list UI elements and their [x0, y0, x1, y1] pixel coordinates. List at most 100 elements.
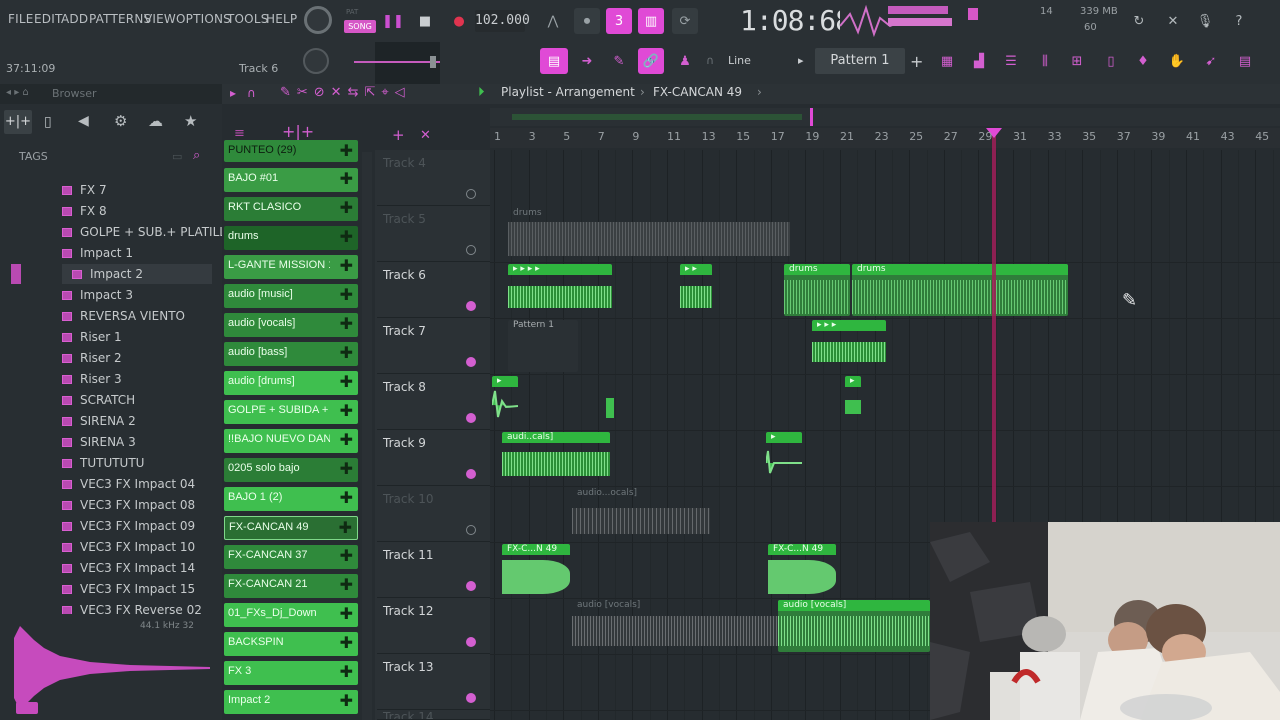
channel-item[interactable]: FX 3 ✚	[224, 661, 358, 685]
audio-clip-muted[interactable]: drums	[508, 208, 790, 260]
channel-item[interactable]: Impact 2 ✚	[224, 690, 358, 714]
channel-item[interactable]: audio [vocals] ✚	[224, 313, 358, 337]
add-icon[interactable]: ✚	[340, 691, 353, 710]
channel-item[interactable]: 0205 solo bajo ✚	[224, 458, 358, 482]
menu-add[interactable]: ADD	[61, 12, 88, 26]
add-icon[interactable]: ✚	[340, 604, 353, 623]
browser-item[interactable]: SIRENA 2	[62, 411, 136, 431]
browser-all-icon[interactable]: +|+	[4, 110, 32, 134]
channel-item[interactable]: audio [music] ✚	[224, 284, 358, 308]
snap-select[interactable]: Line	[728, 54, 751, 67]
browser-item[interactable]: VEC3 FX Impact 10	[62, 537, 195, 557]
browser-item[interactable]: VEC3 FX Reverse 02	[62, 600, 202, 614]
track-header[interactable]: Track 7	[377, 318, 490, 374]
audio-clip[interactable]: audio [vocals]	[778, 600, 930, 652]
audio-clip[interactable]: ▸	[492, 376, 518, 424]
metronome-icon[interactable]: ⋀	[540, 8, 566, 34]
remove-track-icon[interactable]: ✕	[420, 128, 431, 143]
pause-button[interactable]: ❚❚	[380, 8, 406, 34]
audio-clip[interactable]	[606, 376, 614, 424]
audio-clip-muted[interactable]: audio...ocals]	[572, 488, 710, 540]
track-header[interactable]: Track 12	[377, 598, 490, 654]
browser-tree-icon[interactable]: ⊞	[1064, 48, 1090, 74]
channel-item[interactable]: audio [drums] ✚	[224, 371, 358, 395]
add-icon[interactable]: ✚	[340, 372, 353, 391]
browser-item-selected[interactable]: Impact 2	[62, 264, 212, 284]
master-volume-knob[interactable]	[304, 6, 332, 34]
keyboard-icon[interactable]: ▤	[1232, 48, 1258, 74]
track-header[interactable]: Track 10	[377, 486, 490, 542]
add-icon[interactable]: ✚	[340, 256, 353, 275]
browser-item[interactable]: Impact 3	[62, 285, 133, 305]
folder-icon[interactable]: ▭	[172, 150, 182, 163]
magnet-snap-icon[interactable]: ∩	[247, 86, 256, 100]
browser-item[interactable]: GOLPE + SUB.+ PLATILLO	[62, 222, 235, 242]
audio-clip[interactable]: FX-C...N 49	[768, 544, 836, 596]
track-header[interactable]: Track 5	[377, 206, 490, 262]
file-icon[interactable]: ▯	[1098, 48, 1124, 74]
track-mute-icon[interactable]	[466, 245, 476, 255]
browser-item[interactable]: REVERSA VIENTO	[62, 306, 185, 326]
add-icon[interactable]: ✚	[340, 401, 353, 420]
browser-cloud-icon[interactable]: ☁	[148, 112, 163, 130]
channel-item[interactable]: BAJO #01 ✚	[224, 168, 358, 192]
add-icon[interactable]: ✚	[340, 198, 353, 217]
channel-rack-icon[interactable]: ☰	[998, 48, 1024, 74]
pick-icon[interactable]: ✋	[1164, 48, 1190, 74]
track-mute-icon[interactable]	[466, 525, 476, 535]
picker-all-icon[interactable]: +|+	[282, 122, 314, 141]
track-mute-icon[interactable]	[466, 357, 476, 367]
add-icon[interactable]: ✚	[340, 227, 353, 246]
menu-options[interactable]: OPTIONS	[176, 12, 231, 26]
magnet-icon[interactable]: ∩	[706, 54, 714, 67]
channel-item[interactable]: drums ✚	[224, 226, 358, 250]
add-icon[interactable]: ✚	[340, 662, 353, 681]
channel-item[interactable]: !!BAJO NUEVO DAN DA... ✚	[224, 429, 358, 453]
browser-item[interactable]: FX 8	[62, 201, 107, 221]
add-icon[interactable]: ✚	[340, 141, 353, 160]
browser-item[interactable]: VEC3 FX Impact 15	[62, 579, 195, 599]
browser-item[interactable]: SIRENA 3	[62, 432, 136, 452]
master-pitch-slider[interactable]	[354, 61, 440, 63]
browser-plugins-icon[interactable]: ⚙	[114, 112, 127, 130]
stamp-icon[interactable]: ♟	[672, 48, 698, 74]
track-header[interactable]: Track 4	[377, 150, 490, 206]
record-button[interactable]: ●	[446, 8, 472, 34]
channel-item[interactable]: 01_FXs_Dj_Down ✚	[224, 603, 358, 627]
loop-record-icon[interactable]: ⟳	[672, 8, 698, 34]
playlist-tools-icons[interactable]: ✎✂⊘✕⇆⇱⌖◁	[280, 85, 411, 100]
audio-clip[interactable]: drums	[852, 264, 1068, 316]
add-icon[interactable]: ✚	[340, 633, 353, 652]
browser-item[interactable]: Impact 1	[62, 243, 133, 263]
browser-item[interactable]: Riser 3	[62, 369, 122, 389]
stop-button[interactable]: ■	[412, 8, 438, 34]
browser-item[interactable]: FX 7	[62, 180, 107, 200]
play-pattern-icon[interactable]: ⏵	[478, 85, 485, 100]
audio-clip-muted[interactable]: audio [vocals]	[572, 600, 778, 652]
audio-clip[interactable]: ▸	[845, 376, 861, 424]
browser-nav-icon[interactable]: ◂ ▸ ⌂	[6, 87, 29, 98]
audio-clip[interactable]: FX-C...N 49	[502, 544, 570, 596]
mixer-icon[interactable]: ▦	[934, 48, 960, 74]
menu-patterns[interactable]: PATTERNS	[89, 12, 151, 26]
add-icon[interactable]: ✚	[340, 314, 353, 333]
pattern-prev-icon[interactable]: ▸	[798, 54, 804, 67]
audio-clip[interactable]: ▸ ▸ ▸ ▸	[508, 264, 612, 316]
channel-item[interactable]: audio [bass] ✚	[224, 342, 358, 366]
countdown-icon[interactable]: 3	[606, 8, 632, 34]
pattern-selector[interactable]: Pattern 1	[815, 48, 905, 74]
help-icon[interactable]: ?	[1226, 8, 1252, 34]
pencil-icon[interactable]: ✎	[606, 48, 632, 74]
preview-play-icon[interactable]	[16, 702, 38, 714]
channel-item[interactable]: L-GANTE MISSION 19... ✚	[224, 255, 358, 279]
browser-item[interactable]: Riser 1	[62, 327, 122, 347]
picker-icon[interactable]: ≡	[234, 126, 245, 141]
add-icon[interactable]: ✚	[340, 169, 353, 188]
menu-tools[interactable]: TOOLS	[227, 12, 269, 26]
blend-recording-icon[interactable]: ▥	[638, 8, 664, 34]
piano-roll-icon[interactable]: ▟	[966, 48, 992, 74]
add-icon[interactable]: ✚	[339, 518, 352, 537]
search-icon[interactable]: ⌕	[193, 148, 200, 163]
browser-speaker-icon[interactable]: ◀	[78, 113, 89, 129]
tools-icon[interactable]: ✕	[1160, 8, 1186, 34]
